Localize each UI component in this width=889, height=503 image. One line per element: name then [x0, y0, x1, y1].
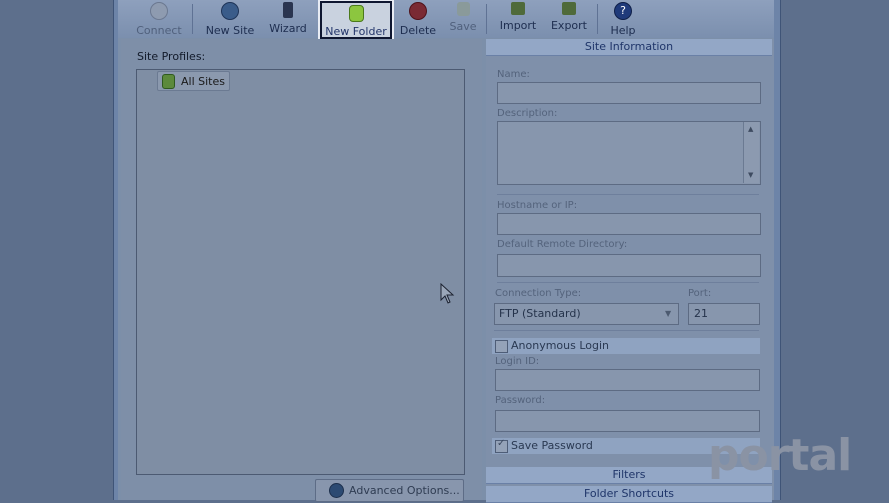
site-profiles-label: Site Profiles: [137, 50, 206, 63]
new-folder-button[interactable]: New Folder [320, 1, 392, 39]
divider [497, 194, 759, 195]
toolbar-separator [486, 4, 487, 34]
connection-type-label: Connection Type: [495, 288, 582, 299]
connection-type-value: FTP (Standard) [499, 307, 581, 320]
divider [494, 330, 759, 331]
connection-type-select[interactable]: FTP (Standard) ▼ [494, 303, 679, 325]
name-input[interactable] [497, 82, 761, 104]
toolbar-separator [597, 4, 598, 34]
save-password-checkbox[interactable]: ✓ [495, 438, 508, 453]
delete-button[interactable]: Delete [396, 2, 440, 37]
chevron-down-icon: ▼ [665, 309, 672, 318]
import-button[interactable]: Import [497, 2, 539, 36]
new-folder-icon [348, 5, 364, 22]
name-label: Name: [497, 69, 530, 80]
login-id-label: Login ID: [495, 356, 540, 367]
divider [497, 282, 759, 283]
site-tree[interactable] [136, 69, 465, 475]
help-icon: ? [614, 2, 632, 20]
toolbar-separator [192, 4, 193, 34]
watermark-logo: portal [708, 430, 852, 481]
description-textarea[interactable] [497, 121, 761, 185]
wizard-button[interactable]: Wizard [265, 2, 311, 36]
folder-shortcuts-header[interactable]: Folder Shortcuts [486, 486, 772, 503]
globe-icon [221, 2, 239, 20]
advanced-options-icon [329, 483, 344, 498]
connect-icon [150, 2, 168, 20]
remote-directory-input[interactable] [497, 254, 761, 277]
import-icon [511, 2, 525, 15]
password-label: Password: [495, 395, 546, 406]
anonymous-login-label: Anonymous Login [511, 339, 610, 352]
advanced-options-button[interactable]: Advanced Options... [315, 479, 464, 502]
description-label: Description: [497, 108, 558, 119]
export-icon [562, 2, 576, 15]
hostname-input[interactable] [497, 213, 761, 235]
port-input[interactable]: 21 [688, 303, 760, 325]
mouse-cursor-icon [440, 283, 455, 304]
save-password-label: Save Password [511, 439, 593, 452]
port-value: 21 [694, 307, 708, 320]
hostname-label: Hostname or IP: [497, 200, 578, 211]
remote-directory-label: Default Remote Directory: [497, 239, 628, 250]
port-label: Port: [688, 288, 712, 299]
scroll-up-icon[interactable]: ▲ [748, 125, 753, 133]
wand-icon [283, 2, 293, 18]
checkmark-icon: ✓ [497, 438, 506, 449]
connect-button[interactable]: Connect [134, 2, 184, 37]
password-input[interactable] [495, 410, 760, 432]
description-scrollbar[interactable]: ▲ ▼ [743, 122, 759, 183]
anonymous-login-checkbox[interactable] [495, 340, 508, 353]
save-button[interactable]: Save [446, 2, 480, 36]
site-information-header[interactable]: Site Information [486, 39, 772, 56]
sites-folder-icon [162, 73, 175, 89]
login-id-input[interactable] [495, 369, 760, 391]
tree-item-label: All Sites [181, 74, 225, 88]
new-site-button[interactable]: New Site [202, 2, 258, 37]
delete-icon [409, 2, 427, 20]
export-button[interactable]: Export [548, 2, 590, 36]
tree-item-all-sites[interactable]: All Sites [157, 71, 230, 91]
help-button[interactable]: ? Help [606, 2, 640, 37]
scroll-down-icon[interactable]: ▼ [748, 171, 753, 179]
save-icon [456, 2, 470, 16]
